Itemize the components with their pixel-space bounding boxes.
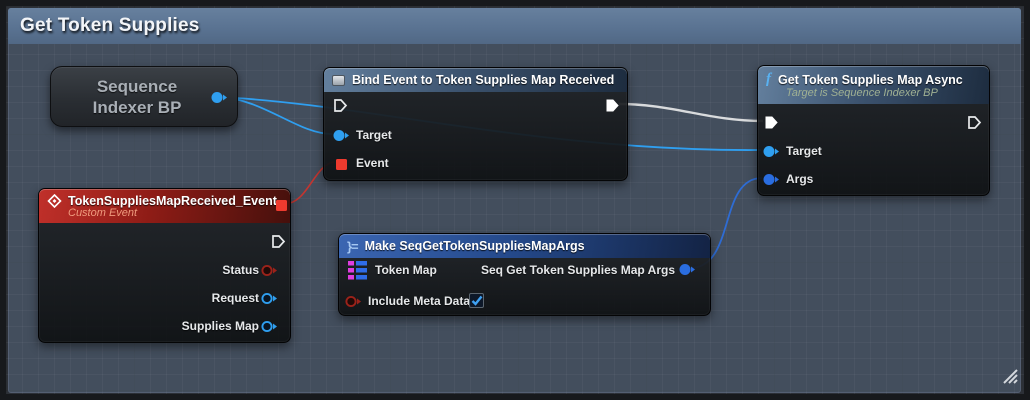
status-pin-label: Status bbox=[222, 263, 259, 277]
bind-event-title: Bind Event to Token Supplies Map Receive… bbox=[352, 73, 614, 87]
target-input-pin[interactable] bbox=[333, 129, 350, 142]
exec-in-pin[interactable] bbox=[764, 115, 779, 130]
node-custom-event[interactable]: TokenSuppliesMapReceived_Event Custom Ev… bbox=[38, 188, 291, 343]
custom-event-title: TokenSuppliesMapReceived_Event bbox=[68, 194, 277, 208]
node-sequence-indexer-bp[interactable]: Sequence Indexer BP bbox=[50, 66, 238, 127]
object-output-pin[interactable] bbox=[211, 91, 228, 104]
node-make-seq-get-token-supplies-map-args[interactable]: }= Make SeqGetTokenSuppliesMapArgs Token… bbox=[338, 233, 711, 316]
comment-title: Get Token Supplies bbox=[20, 15, 200, 37]
make-node-title: Make SeqGetTokenSuppliesMapArgs bbox=[365, 239, 585, 253]
args-input-pin[interactable] bbox=[763, 173, 780, 186]
variable-node-label: Sequence Indexer BP bbox=[93, 76, 196, 118]
request-output-pin[interactable] bbox=[261, 292, 278, 305]
struct-output-pin[interactable] bbox=[679, 263, 696, 276]
custom-event-header[interactable]: TokenSuppliesMapReceived_Event Custom Ev… bbox=[39, 189, 290, 223]
target-pin-label: Target bbox=[786, 144, 822, 158]
node-bind-event[interactable]: Bind Event to Token Supplies Map Receive… bbox=[323, 67, 628, 181]
custom-event-subtitle: Custom Event bbox=[68, 207, 137, 219]
args-pin-label: Args bbox=[786, 172, 813, 186]
make-node-header[interactable]: }= Make SeqGetTokenSuppliesMapArgs bbox=[339, 234, 710, 258]
token-map-pin-label: Token Map bbox=[375, 263, 437, 277]
include-meta-data-checkbox[interactable] bbox=[469, 293, 484, 308]
custom-event-icon bbox=[47, 194, 62, 208]
exec-in-pin[interactable] bbox=[333, 98, 348, 113]
exec-out-pin[interactable] bbox=[271, 234, 286, 249]
supplies-map-pin-label: Supplies Map bbox=[182, 319, 259, 333]
checkmark-icon bbox=[471, 295, 483, 306]
comment-resize-handle[interactable] bbox=[1000, 366, 1020, 386]
output-pin-label: Seq Get Token Supplies Map Args bbox=[459, 263, 675, 277]
node-get-token-supplies-map-async[interactable]: f Get Token Supplies Map Async Target is… bbox=[757, 65, 990, 196]
event-pin-label: Event bbox=[356, 156, 389, 170]
include-meta-data-pin-label: Include Meta Data bbox=[368, 294, 470, 308]
async-node-header[interactable]: f Get Token Supplies Map Async Target is… bbox=[758, 66, 989, 104]
function-icon: f bbox=[766, 71, 771, 88]
delegate-output-pin[interactable] bbox=[275, 199, 288, 212]
make-struct-icon: }= bbox=[347, 239, 358, 254]
supplies-map-output-pin[interactable] bbox=[261, 320, 278, 333]
bind-event-icon bbox=[332, 75, 345, 86]
target-pin-label: Target bbox=[356, 128, 392, 142]
status-output-pin[interactable] bbox=[261, 264, 278, 277]
exec-out-pin[interactable] bbox=[967, 115, 982, 130]
exec-out-pin[interactable] bbox=[605, 98, 620, 113]
bind-event-header[interactable]: Bind Event to Token Supplies Map Receive… bbox=[324, 68, 627, 92]
include-meta-data-input-pin[interactable] bbox=[345, 295, 362, 308]
graph-canvas[interactable]: Get Token Supplies Sequence Indexer BP B bbox=[6, 6, 1024, 394]
async-node-subtitle: Target is Sequence Indexer BP bbox=[786, 87, 938, 99]
blueprint-editor-viewport: Get Token Supplies Sequence Indexer BP B bbox=[0, 0, 1030, 400]
token-map-input-pin[interactable] bbox=[348, 260, 368, 280]
event-delegate-input-pin[interactable] bbox=[335, 158, 348, 171]
async-node-title: Get Token Supplies Map Async bbox=[778, 73, 963, 87]
request-pin-label: Request bbox=[212, 291, 259, 305]
target-input-pin[interactable] bbox=[763, 145, 780, 158]
comment-node-header[interactable]: Get Token Supplies bbox=[8, 8, 1021, 44]
